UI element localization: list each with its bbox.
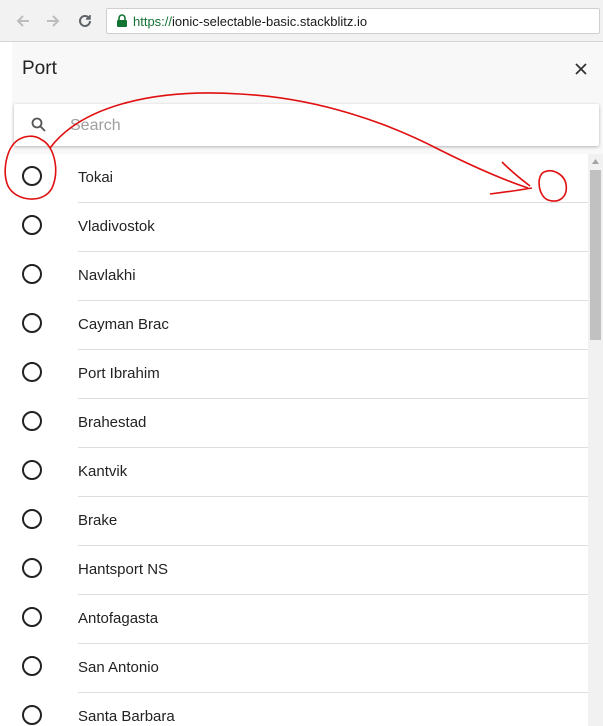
close-icon — [575, 63, 587, 75]
radio-icon[interactable] — [22, 509, 42, 529]
radio-icon[interactable] — [22, 264, 42, 284]
list-item[interactable]: Tokai — [12, 154, 588, 203]
list-item-label: Hantsport NS — [78, 561, 169, 578]
radio-icon[interactable] — [22, 313, 42, 333]
scroll-up-button[interactable] — [588, 154, 603, 168]
list-item[interactable]: Cayman Brac — [12, 301, 588, 350]
searchbar — [14, 104, 599, 146]
searchbar-container — [12, 98, 603, 154]
list-item-label: Tokai — [78, 169, 114, 186]
list-item[interactable]: Kantvik — [12, 448, 588, 497]
list-item[interactable]: Santa Barbara — [12, 693, 588, 726]
list-item[interactable]: Brahestad — [12, 399, 588, 448]
reload-icon — [79, 14, 91, 27]
list-item-label: Santa Barbara — [78, 708, 175, 725]
list-item[interactable]: Navlakhi — [12, 252, 588, 301]
close-button[interactable] — [569, 57, 593, 81]
url-host: ionic-selectable-basic.stackblitz.io — [172, 13, 368, 29]
radio-icon[interactable] — [22, 411, 42, 431]
radio-icon[interactable] — [22, 656, 42, 676]
radio-icon[interactable] — [22, 705, 42, 725]
radio-icon[interactable] — [22, 607, 42, 627]
list-item[interactable]: Vladivostok — [12, 203, 588, 252]
modal-header: Port — [12, 42, 603, 98]
list-item-label: Port Ibrahim — [78, 365, 160, 382]
list-item[interactable]: San Antonio — [12, 644, 588, 693]
radio-icon[interactable] — [22, 362, 42, 382]
browser-toolbar: https://ionic-selectable-basic.stackblit… — [0, 0, 603, 42]
list-item-label: Kantvik — [78, 463, 128, 480]
list-item-label: Vladivostok — [78, 218, 155, 235]
address-bar[interactable]: https://ionic-selectable-basic.stackblit… — [106, 8, 600, 34]
list-item-label: San Antonio — [78, 659, 159, 676]
list-item-label: Brahestad — [78, 414, 147, 431]
list-item[interactable]: Antofagasta — [12, 595, 588, 644]
reload-button[interactable] — [74, 10, 96, 32]
radio-icon[interactable] — [22, 166, 42, 186]
back-arrow-icon — [16, 15, 29, 27]
forward-button[interactable] — [42, 10, 64, 32]
url-scheme: https:// — [133, 13, 173, 29]
scroll-up-arrow-icon — [592, 158, 599, 164]
port-list: Tokai Vladivostok Navlakhi Cayman Brac Port … — [12, 154, 588, 726]
list-item-label: Antofagasta — [78, 610, 159, 627]
search-input[interactable] — [68, 112, 572, 140]
lock-icon — [117, 14, 127, 27]
scrollbar-thumb[interactable] — [590, 170, 601, 340]
list-item-label: Cayman Brac — [78, 316, 169, 333]
search-icon — [31, 117, 46, 132]
radio-icon[interactable] — [22, 460, 42, 480]
back-button[interactable] — [12, 10, 34, 32]
page-title: Port — [22, 58, 57, 79]
list-item[interactable]: Port Ibrahim — [12, 350, 588, 399]
url-text: https://ionic-selectable-basic.stackblit… — [133, 14, 367, 29]
forward-arrow-icon — [47, 15, 60, 27]
radio-icon[interactable] — [22, 558, 42, 578]
radio-icon[interactable] — [22, 215, 42, 235]
list-item[interactable]: Hantsport NS — [12, 546, 588, 595]
scrollbar[interactable] — [588, 154, 603, 726]
list-item-label: Navlakhi — [78, 267, 136, 284]
list-item-label: Brake — [78, 512, 118, 529]
list-item[interactable]: Brake — [12, 497, 588, 546]
